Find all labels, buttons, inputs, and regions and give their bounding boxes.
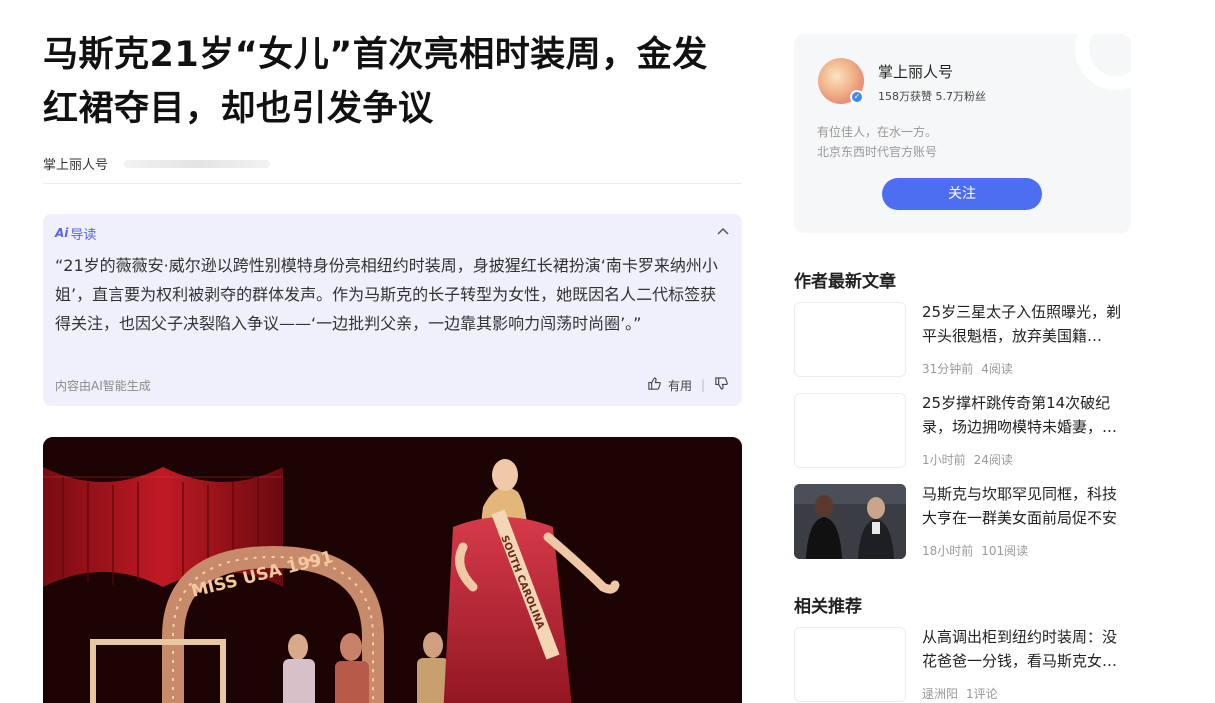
article-card[interactable]: 25岁三星太子入伍照曝光，剃平头很魁梧，放弃美国籍… 31分钟前 4阅读 [794, 302, 1131, 378]
article-card-reads: 4阅读 [981, 362, 1013, 376]
related-thumbnail[interactable] [794, 627, 906, 702]
decorative-ring [1075, 34, 1131, 90]
useful-button[interactable]: 有用 [668, 377, 692, 394]
ai-summary-box: Ai 导读 “21岁的薇薇安·威尔逊以跨性别模特身份亮相纽约时装周，身披猩红长裙… [43, 214, 742, 406]
follow-button[interactable]: 关注 [882, 178, 1042, 210]
article-card-meta: 1小时前 24阅读 [922, 451, 1013, 468]
article-source[interactable]: 掌上丽人号 [43, 154, 108, 173]
author-card: ✓ 掌上丽人号 158万获赞 5.7万粉丝 有位佳人，在水一方。 北京东西时代官… [794, 34, 1131, 233]
related-card-author: 逯洲阳 [922, 687, 959, 701]
divider: | [700, 378, 705, 392]
article-card-meta: 31分钟前 4阅读 [922, 360, 1013, 377]
related-card-comments: 1评论 [966, 687, 998, 701]
article-card-time: 31分钟前 [922, 362, 974, 376]
article-card-title[interactable]: 马斯克与坎耶罕见同框，科技大亨在一群美女面前局促不安 [922, 482, 1131, 530]
author-stats: 158万获赞 5.7万粉丝 [878, 90, 986, 103]
article-thumbnail[interactable] [794, 393, 906, 468]
article-card-title[interactable]: 25岁三星太子入伍照曝光，剃平头很魁梧，放弃美国籍… [922, 300, 1131, 348]
author-name[interactable]: 掌上丽人号 [878, 61, 953, 82]
article-thumbnail[interactable] [794, 484, 906, 559]
article-thumbnail[interactable] [794, 302, 906, 377]
article: 马斯克21岁“女儿”首次亮相时装周，金发红裙夺目，却也引发争议 掌上丽人号 Ai… [43, 28, 742, 703]
article-card-time: 1小时前 [922, 453, 966, 467]
article-photo[interactable]: MISS USA 1991 SOUTH CAROLINA [43, 437, 742, 703]
related-card-title[interactable]: 从高调出柜到纽约时装周：没花爸爸一分钱，看马斯克女… [922, 625, 1131, 673]
article-card-title[interactable]: 25岁撑杆跳传奇第14次破纪录，场边拥吻模特未婚妻，… [922, 391, 1131, 439]
author-bio: 有位佳人，在水一方。 北京东西时代官方账号 [817, 122, 937, 162]
article-card-reads: 24阅读 [973, 453, 1013, 467]
blurred-timestamp [124, 159, 271, 168]
article-card-meta: 18小时前 101阅读 [922, 542, 1028, 559]
author-bio-line: 有位佳人，在水一方。 [817, 125, 938, 139]
feedback-actions: 有用 | [647, 376, 729, 394]
article-card-time: 18小时前 [922, 544, 974, 558]
author-bio-line: 北京东西时代官方账号 [817, 145, 938, 159]
related-card[interactable]: 从高调出柜到纽约时装周：没花爸爸一分钱，看马斯克女… 逯洲阳 1评论 [794, 627, 1131, 703]
verified-badge-icon: ✓ [850, 90, 864, 104]
article-card-reads: 101阅读 [981, 544, 1029, 558]
article-meta: 掌上丽人号 [43, 154, 742, 184]
ai-generated-note: 内容由AI智能生成 [55, 378, 151, 393]
article-title: 马斯克21岁“女儿”首次亮相时装周，金发红裙夺目，却也引发争议 [43, 35, 708, 129]
related-heading: 相关推荐 [794, 597, 862, 617]
ai-logo-icon: Ai [55, 226, 69, 240]
ai-summary-text: “21岁的薇薇安·威尔逊以跨性别模特身份亮相纽约时装周，身披猩红长裙扮演‘南卡罗… [55, 256, 718, 333]
article-card[interactable]: 25岁撑杆跳传奇第14次破纪录，场边拥吻模特未婚妻，… 1小时前 24阅读 [794, 393, 1131, 469]
ai-summary-label: 导读 [70, 227, 97, 243]
ai-summary-header: Ai 导读 [55, 224, 730, 243]
article-card[interactable]: 马斯克与坎耶罕见同框，科技大亨在一群美女面前局促不安 18小时前 101阅读 [794, 484, 1131, 560]
chevron-up-icon[interactable] [717, 224, 729, 238]
thumbs-up-icon[interactable] [647, 376, 662, 394]
ai-summary-footer: 内容由AI智能生成 有用 | [55, 376, 729, 394]
latest-articles-heading: 作者最新文章 [794, 272, 896, 292]
thumbs-down-icon[interactable] [714, 376, 729, 394]
related-card-meta: 逯洲阳 1评论 [922, 685, 998, 702]
